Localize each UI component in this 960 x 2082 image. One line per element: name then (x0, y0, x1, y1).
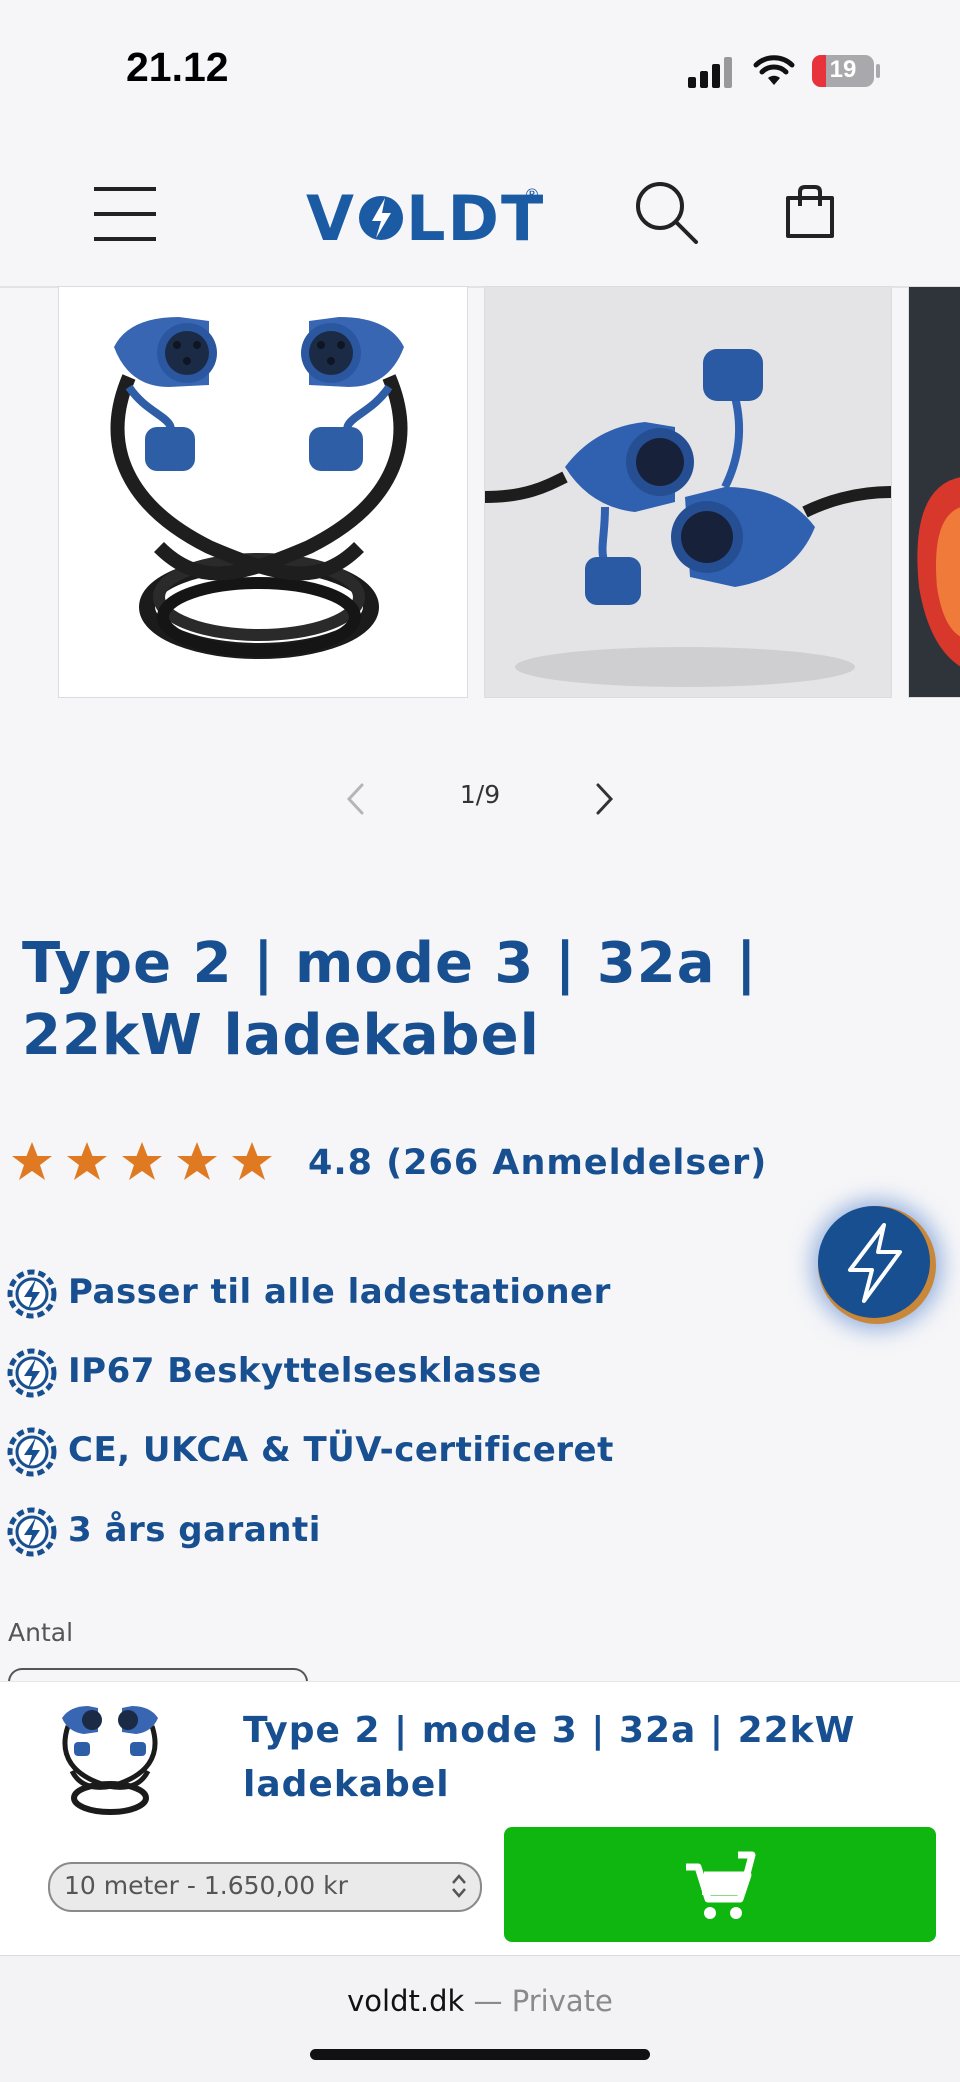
previous-image-button[interactable] (344, 782, 368, 816)
star-icon (12, 1142, 52, 1180)
browser-address-bar[interactable] (0, 1955, 960, 2082)
gallery-pager-label: 1/9 (459, 780, 501, 809)
status-time: 21.12 (126, 44, 229, 90)
battery-level: 19 (829, 56, 857, 83)
quantity-label: Antal (8, 1618, 74, 1647)
feature-item: IP67 Beskyttelsesklasse (0, 1341, 700, 1401)
feature-item: Passer til alle ladestationer (0, 1262, 700, 1322)
feature-text: Passer til alle ladestationer (68, 1272, 611, 1312)
car-taillight-photo (909, 287, 960, 697)
private-mode-label: Private (511, 1984, 613, 2018)
star-icon (177, 1142, 217, 1180)
shopping-cart-icon (686, 1851, 756, 1919)
ev-connectors-photo (485, 349, 891, 687)
lightning-gear-icon (7, 1348, 57, 1398)
sticky-product-thumbnail (48, 1696, 172, 1824)
search-icon[interactable] (634, 180, 700, 246)
star-icon (122, 1142, 162, 1180)
menu-icon[interactable] (94, 186, 156, 242)
chevron-up-down-icon (452, 1874, 466, 1898)
cellular-signal-icon (688, 57, 732, 88)
variant-select-value: 10 meter - 1.650,00 kr (64, 1871, 348, 1900)
product-title: Type 2 | mode 3 | 32a | 22kW ladekabel (22, 931, 758, 1068)
ev-cable-photo (110, 317, 408, 659)
gallery-image-1[interactable] (58, 286, 468, 698)
lightning-gear-icon (7, 1507, 57, 1557)
svg-text:®: ® (524, 185, 540, 204)
url-domain: voldt.dk (347, 1984, 465, 2018)
battery-icon: 19 (812, 55, 874, 87)
cart-icon[interactable] (784, 184, 836, 240)
variant-select[interactable]: 10 meter - 1.650,00 kr (48, 1862, 482, 1912)
wifi-icon (753, 55, 795, 85)
floating-reward-button[interactable] (818, 1206, 936, 1324)
star-icon (67, 1142, 107, 1180)
gallery-image-3[interactable] (908, 286, 960, 698)
ev-cable-thumbnail (62, 1706, 158, 1815)
feature-text: IP67 Beskyttelsesklasse (68, 1351, 542, 1391)
gallery-image-2[interactable] (484, 286, 892, 698)
next-image-button[interactable] (592, 782, 616, 816)
rating-summary[interactable]: 4.8 (266 Anmeldelser) (308, 1143, 767, 1183)
home-indicator[interactable] (310, 2049, 650, 2060)
voldt-logo[interactable]: V LDT ® (306, 178, 546, 250)
sticky-product-title: Type 2 | mode 3 | 32a | 22kW ladekabel (243, 1710, 856, 1805)
url-separator: — (464, 1984, 512, 2018)
star-icon (232, 1142, 272, 1180)
battery-tip (876, 64, 880, 78)
feature-text: CE, UKCA & TÜV-certificeret (68, 1430, 614, 1470)
browser-url[interactable]: voldt.dk — Private (0, 1984, 960, 2018)
voldt-logo-mark: V LDT ® (306, 182, 543, 250)
feature-text: 3 års garanti (68, 1510, 321, 1550)
lightning-gear-icon (7, 1269, 57, 1319)
lightning-icon (848, 1223, 902, 1303)
add-to-cart-button[interactable] (504, 1827, 936, 1942)
feature-item: CE, UKCA & TÜV-certificeret (0, 1420, 700, 1480)
lightning-gear-icon (7, 1427, 57, 1477)
rating-stars (12, 1142, 272, 1180)
svg-text:V: V (306, 182, 356, 250)
feature-item: 3 års garanti (0, 1500, 700, 1560)
